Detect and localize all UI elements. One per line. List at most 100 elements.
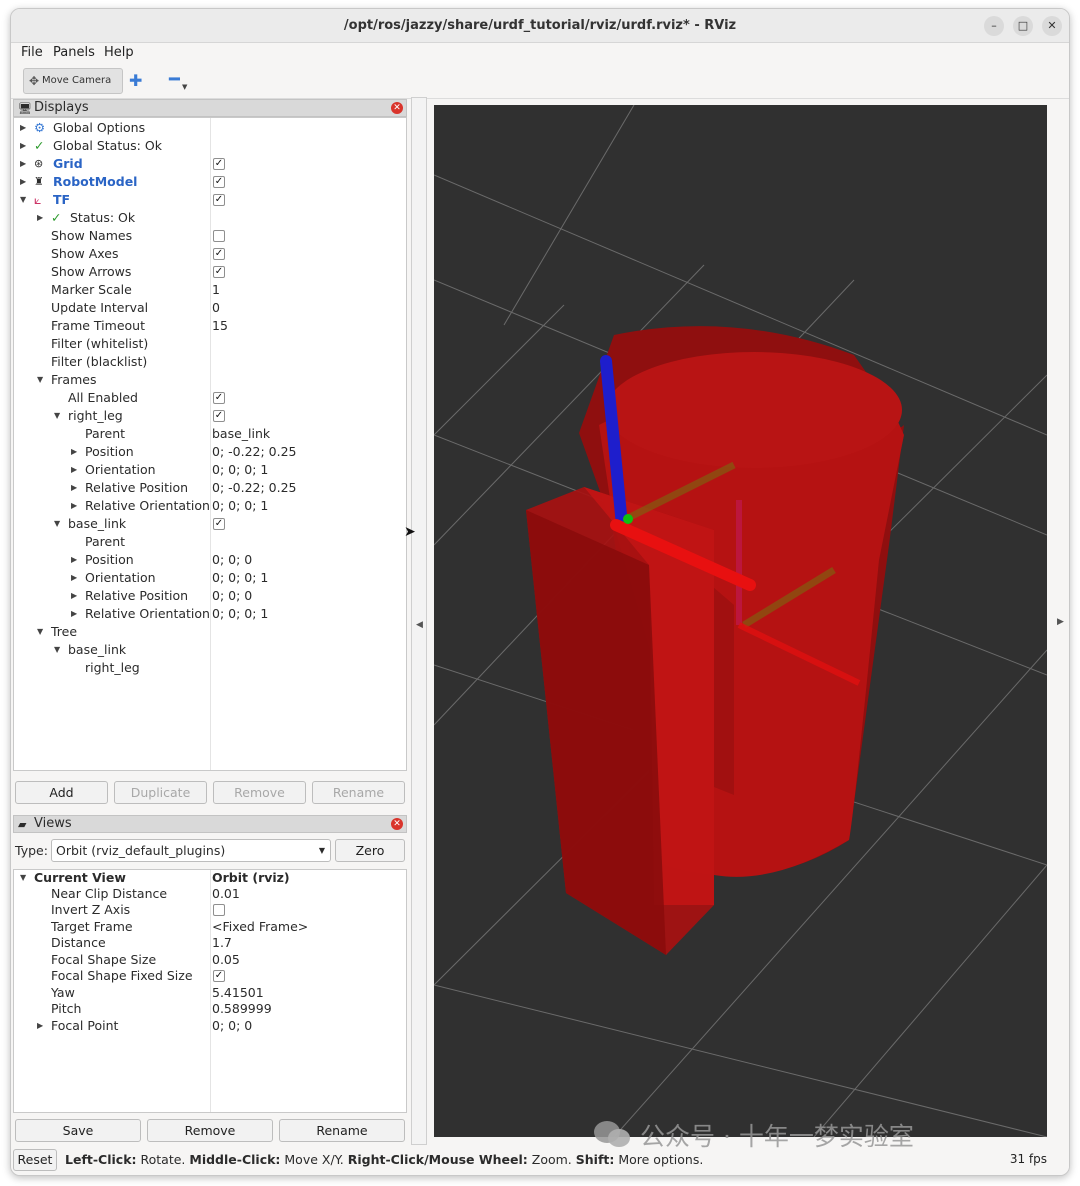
base-link-enabled-checkbox[interactable]: ✓ <box>213 518 225 530</box>
expand-icon[interactable]: ▶ <box>37 209 43 227</box>
menu-file[interactable]: File <box>21 45 43 60</box>
expand-icon[interactable]: ▶ <box>71 443 77 461</box>
expand-icon[interactable]: ▶ <box>71 605 77 623</box>
maximize-button[interactable]: □ <box>1013 16 1033 36</box>
tree-row[interactable]: right_leg <box>14 659 406 677</box>
tree-row[interactable]: Distance 1.7 <box>14 935 406 951</box>
panel-splitter[interactable]: ◀ <box>411 97 427 1145</box>
collapse-right-icon[interactable]: ▶ <box>1057 617 1064 627</box>
tree-row[interactable]: ▶ Orientation 0; 0; 0; 1 <box>14 461 406 479</box>
expand-icon[interactable]: ▶ <box>20 173 26 191</box>
tree-row[interactable]: Show Arrows ✓ <box>14 263 406 281</box>
tree-row[interactable]: All Enabled ✓ <box>14 389 406 407</box>
save-view-button[interactable]: Save <box>15 1119 141 1142</box>
view-type-select[interactable]: Orbit (rviz_default_plugins) ▼ <box>51 839 331 862</box>
tree-row[interactable]: ▶ Relative Position 0; -0.22; 0.25 <box>14 479 406 497</box>
tree-row[interactable]: ▶ ✓ Status: Ok <box>14 209 406 227</box>
tool-dropdown-icon[interactable]: ▼ <box>182 83 187 91</box>
tree-row[interactable]: Update Interval 0 <box>14 299 406 317</box>
tree-row[interactable]: ▶ ⊛ Grid ✓ <box>14 155 406 173</box>
zero-view-button[interactable]: Zero <box>335 839 405 862</box>
duplicate-display-button[interactable]: Duplicate <box>114 781 207 804</box>
expand-icon[interactable]: ▶ <box>71 587 77 605</box>
tree-row[interactable]: Near Clip Distance 0.01 <box>14 886 406 902</box>
close-displays-icon[interactable]: ✕ <box>391 102 403 114</box>
tree-row[interactable]: Marker Scale 1 <box>14 281 406 299</box>
invert-z-checkbox[interactable] <box>213 904 225 916</box>
tree-row[interactable]: Pitch 0.589999 <box>14 1001 406 1017</box>
add-tool-icon[interactable]: ✚ <box>129 71 142 90</box>
collapse-left-icon[interactable]: ◀ <box>416 620 423 630</box>
tree-row[interactable]: ▼ Frames <box>14 371 406 389</box>
collapse-icon[interactable]: ▼ <box>37 623 43 641</box>
robotmodel-enabled-checkbox[interactable]: ✓ <box>213 176 225 188</box>
rename-display-button[interactable]: Rename <box>312 781 405 804</box>
reset-button[interactable]: Reset <box>13 1149 57 1171</box>
close-views-icon[interactable]: ✕ <box>391 818 403 830</box>
tree-row[interactable]: Focal Shape Fixed Size ✓ <box>14 968 406 984</box>
tree-row[interactable]: ▼ base_link <box>14 641 406 659</box>
tree-row[interactable]: ▶ Orientation 0; 0; 0; 1 <box>14 569 406 587</box>
tree-row[interactable]: ▶ Relative Position 0; 0; 0 <box>14 587 406 605</box>
all-enabled-checkbox[interactable]: ✓ <box>213 392 225 404</box>
remove-display-button[interactable]: Remove <box>213 781 306 804</box>
tree-row[interactable]: ▼ base_link ✓ <box>14 515 406 533</box>
tree-row[interactable]: Show Axes ✓ <box>14 245 406 263</box>
collapse-icon[interactable]: ▼ <box>54 515 60 533</box>
minimize-button[interactable]: – <box>984 16 1004 36</box>
title-bar[interactable]: /opt/ros/jazzy/share/urdf_tutorial/rviz/… <box>11 9 1069 43</box>
tree-row[interactable]: ▼ Current View Orbit (rviz) <box>14 870 406 886</box>
tree-row[interactable]: ▶ ✓ Global Status: Ok <box>14 137 406 155</box>
tree-row[interactable]: ▶ ⚙ Global Options <box>14 119 406 137</box>
show-axes-checkbox[interactable]: ✓ <box>213 248 225 260</box>
tree-row[interactable]: ▶ Focal Point 0; 0; 0 <box>14 1018 406 1034</box>
tree-row[interactable]: ▼ right_leg ✓ <box>14 407 406 425</box>
collapse-icon[interactable]: ▼ <box>54 641 60 659</box>
tree-row[interactable]: Focal Shape Size 0.05 <box>14 952 406 968</box>
expand-icon[interactable]: ▶ <box>37 1018 43 1034</box>
tree-row[interactable]: Target Frame <Fixed Frame> <box>14 919 406 935</box>
tree-row[interactable]: Filter (whitelist) <box>14 335 406 353</box>
close-button[interactable]: ✕ <box>1042 16 1062 36</box>
tree-row[interactable]: Frame Timeout 15 <box>14 317 406 335</box>
expand-icon[interactable]: ▶ <box>71 569 77 587</box>
expand-icon[interactable]: ▶ <box>20 119 26 137</box>
show-names-checkbox[interactable] <box>213 230 225 242</box>
expand-icon[interactable]: ▶ <box>71 461 77 479</box>
tree-row[interactable]: Show Names <box>14 227 406 245</box>
tree-row[interactable]: ▶ Relative Orientation 0; 0; 0; 1 <box>14 497 406 515</box>
tree-row[interactable]: ▼ Tree <box>14 623 406 641</box>
tree-row[interactable]: Invert Z Axis <box>14 902 406 918</box>
tree-row[interactable]: Parent <box>14 533 406 551</box>
move-camera-button[interactable]: ✥ Move Camera <box>23 68 123 94</box>
grid-enabled-checkbox[interactable]: ✓ <box>213 158 225 170</box>
views-tree[interactable]: ▼ Current View Orbit (rviz) Near Clip Di… <box>13 869 407 1113</box>
tree-row[interactable]: Filter (blacklist) <box>14 353 406 371</box>
remove-tool-icon[interactable]: ━ <box>169 69 180 90</box>
tree-row[interactable]: ▶ Position 0; -0.22; 0.25 <box>14 443 406 461</box>
render-viewport[interactable] <box>433 104 1048 1138</box>
expand-icon[interactable]: ▶ <box>20 155 26 173</box>
collapse-icon[interactable]: ▼ <box>20 191 26 209</box>
rename-view-button[interactable]: Rename <box>279 1119 405 1142</box>
expand-icon[interactable]: ▶ <box>71 497 77 515</box>
expand-icon[interactable]: ▶ <box>20 137 26 155</box>
tree-row[interactable]: Parent base_link <box>14 425 406 443</box>
menu-help[interactable]: Help <box>104 45 134 60</box>
tree-row[interactable]: ▶ Relative Orientation 0; 0; 0; 1 <box>14 605 406 623</box>
collapse-icon[interactable]: ▼ <box>20 870 26 886</box>
expand-icon[interactable]: ▶ <box>71 551 77 569</box>
collapse-icon[interactable]: ▼ <box>37 371 43 389</box>
tree-row[interactable]: ▶ Position 0; 0; 0 <box>14 551 406 569</box>
tree-row[interactable]: ▼ ⟀ TF ✓ <box>14 191 406 209</box>
tree-row[interactable]: Yaw 5.41501 <box>14 985 406 1001</box>
menu-panels[interactable]: Panels <box>53 45 95 60</box>
show-arrows-checkbox[interactable]: ✓ <box>213 266 225 278</box>
displays-tree[interactable]: ▶ ⚙ Global Options ▶ ✓ Global Status: Ok… <box>13 117 407 771</box>
collapse-icon[interactable]: ▼ <box>54 407 60 425</box>
focal-shape-fixed-checkbox[interactable]: ✓ <box>213 970 225 982</box>
tree-row[interactable]: ▶ ♜ RobotModel ✓ <box>14 173 406 191</box>
add-display-button[interactable]: Add <box>15 781 108 804</box>
expand-icon[interactable]: ▶ <box>71 479 77 497</box>
right-leg-enabled-checkbox[interactable]: ✓ <box>213 410 225 422</box>
